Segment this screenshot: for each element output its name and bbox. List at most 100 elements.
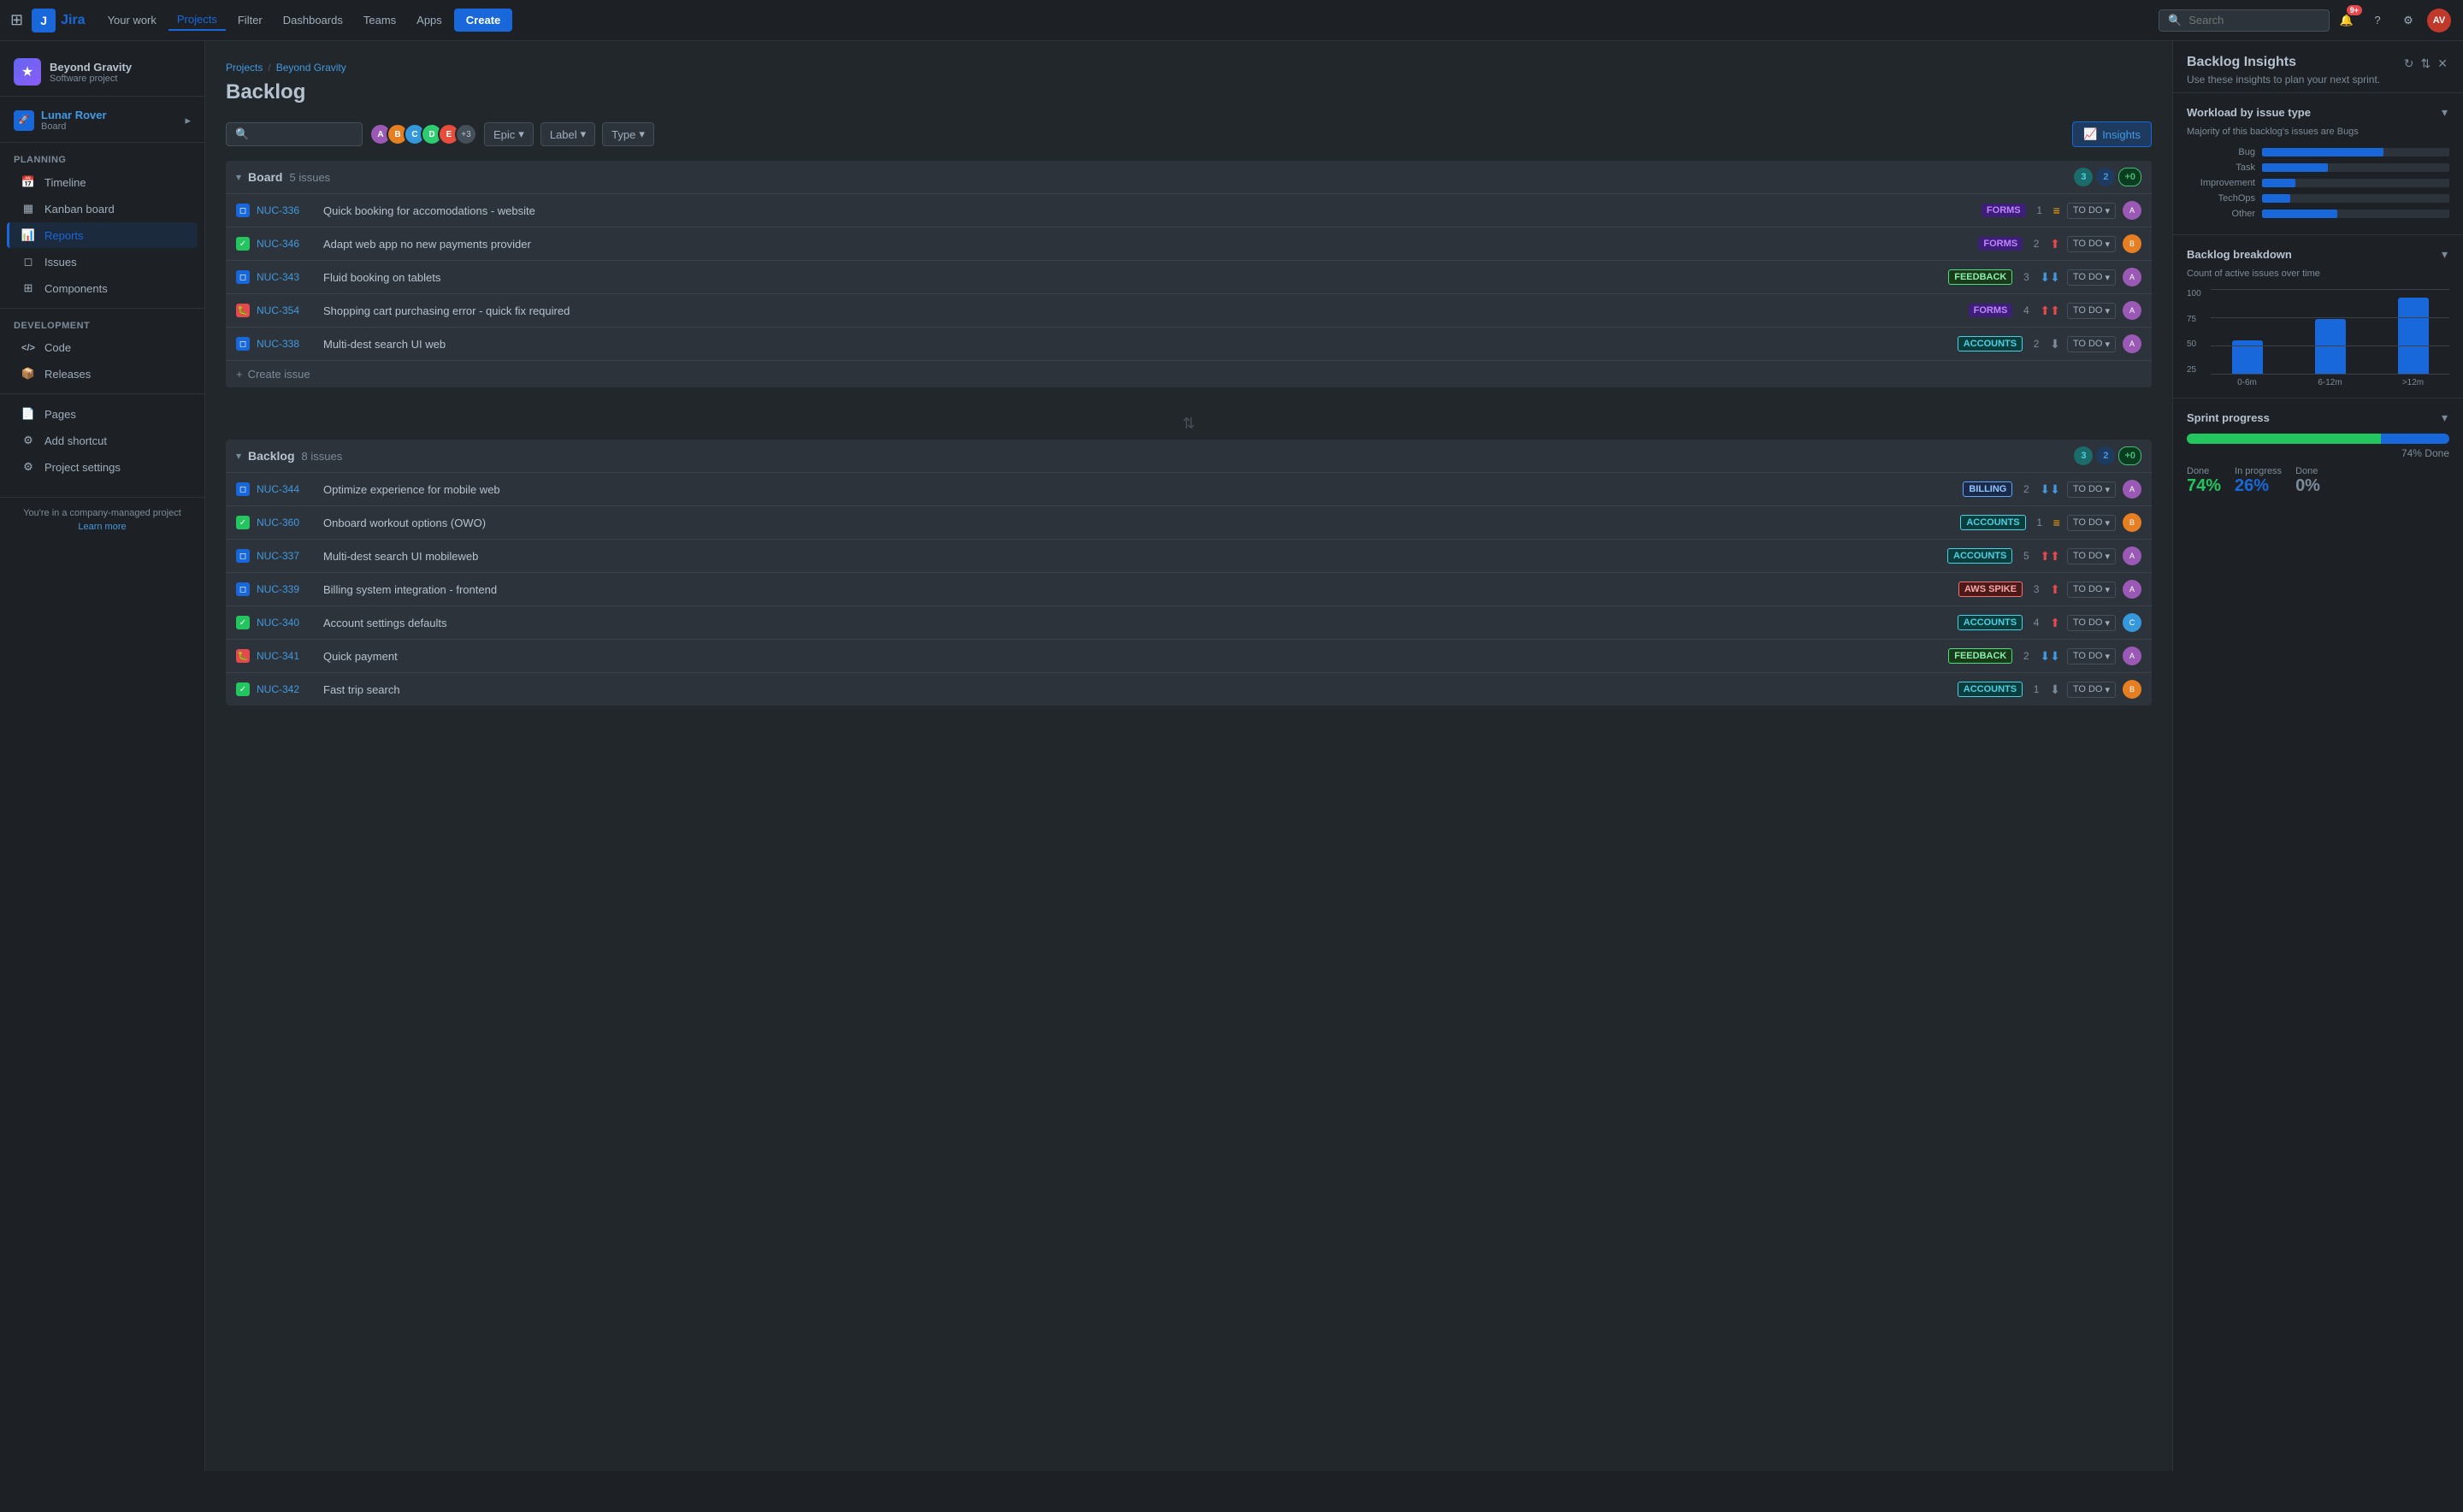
help-button[interactable]: ?: [2364, 7, 2391, 34]
issue-key[interactable]: NUC-346: [257, 238, 316, 250]
sprint-collapse-icon[interactable]: ▾: [2440, 409, 2449, 427]
search-bar[interactable]: 🔍: [2159, 9, 2330, 32]
status-badge[interactable]: TO DO▾: [2067, 582, 2116, 598]
issue-label[interactable]: ACCOUNTS: [1958, 615, 2023, 630]
board-expand-icon: ▸: [185, 114, 191, 127]
insights-refresh-icon[interactable]: ↻: [2402, 55, 2416, 73]
status-badge[interactable]: TO DO▾: [2067, 481, 2116, 498]
sidebar-item-components[interactable]: ⊞ Components: [7, 275, 198, 301]
table-row[interactable]: ◻ NUC-337 Multi-dest search UI mobileweb…: [226, 540, 2152, 573]
board-section-header[interactable]: Board 5 issues 3 2 +0: [226, 161, 2152, 193]
user-avatar[interactable]: AV: [2425, 7, 2453, 34]
issue-label[interactable]: ACCOUNTS: [1958, 682, 2023, 697]
issue-key[interactable]: NUC-340: [257, 617, 316, 629]
apps-menu[interactable]: Apps: [408, 10, 451, 30]
avatar-more[interactable]: +3: [455, 123, 477, 145]
board-selector[interactable]: 🚀 Lunar Rover Board ▸: [0, 103, 204, 135]
status-badge[interactable]: TO DO▾: [2067, 648, 2116, 664]
y-label-100: 100: [2187, 289, 2201, 298]
status-badge[interactable]: TO DO▾: [2067, 303, 2116, 319]
section-divider[interactable]: ⇅: [226, 408, 2152, 440]
issue-type-task-icon: ✓: [236, 682, 250, 696]
issue-key[interactable]: NUC-341: [257, 650, 316, 662]
issue-label[interactable]: FORMS: [1982, 204, 2026, 217]
insights-button[interactable]: 📈 Insights: [2072, 121, 2152, 147]
projects-menu[interactable]: Projects: [168, 9, 226, 31]
table-row[interactable]: ✓ NUC-340 Account settings defaults ACCO…: [226, 606, 2152, 640]
sidebar-item-pages[interactable]: 📄 Pages: [7, 401, 198, 427]
table-row[interactable]: ✓ NUC-346 Adapt web app no new payments …: [226, 227, 2152, 261]
sidebar-item-add-shortcut[interactable]: ⚙ Add shortcut: [7, 428, 198, 453]
breadcrumb-project[interactable]: Beyond Gravity: [276, 62, 346, 74]
issue-key[interactable]: NUC-339: [257, 583, 316, 595]
breakdown-collapse-icon[interactable]: ▾: [2440, 245, 2449, 263]
backlog-search-input[interactable]: [254, 128, 348, 141]
your-work-menu[interactable]: Your work: [99, 10, 165, 30]
issue-label[interactable]: FEEDBACK: [1948, 269, 2012, 285]
status-badge[interactable]: TO DO▾: [2067, 548, 2116, 564]
grid-icon[interactable]: ⊞: [10, 11, 23, 29]
issue-key[interactable]: NUC-336: [257, 204, 316, 216]
backlog-search[interactable]: 🔍: [226, 122, 363, 146]
insights-close-icon[interactable]: ✕: [2436, 55, 2449, 73]
issue-label[interactable]: ACCOUNTS: [1960, 515, 2025, 530]
status-badge[interactable]: TO DO▾: [2067, 515, 2116, 531]
learn-more-link[interactable]: Learn more: [14, 522, 191, 532]
status-badge[interactable]: TO DO▾: [2067, 236, 2116, 252]
table-row[interactable]: ◻ NUC-343 Fluid booking on tablets FEEDB…: [226, 261, 2152, 294]
sidebar-item-project-settings[interactable]: ⚙ Project settings: [7, 454, 198, 480]
breadcrumb-projects[interactable]: Projects: [226, 62, 263, 74]
insights-filter-icon[interactable]: ⇅: [2419, 55, 2433, 73]
issue-label[interactable]: BILLING: [1963, 481, 2012, 497]
status-badge[interactable]: TO DO▾: [2067, 269, 2116, 286]
create-button[interactable]: Create: [454, 9, 512, 32]
issue-label[interactable]: FEEDBACK: [1948, 648, 2012, 664]
table-row[interactable]: ◻ NUC-344 Optimize experience for mobile…: [226, 473, 2152, 506]
backlog-section-header[interactable]: Backlog 8 issues 3 2 +0: [226, 440, 2152, 472]
workload-collapse-icon[interactable]: ▾: [2440, 103, 2449, 121]
avatar-group[interactable]: A B C D E +3: [369, 123, 477, 145]
workload-row-techops: TechOps: [2187, 193, 2449, 204]
label-filter[interactable]: Label ▾: [540, 122, 595, 146]
issue-label[interactable]: ACCOUNTS: [1958, 336, 2023, 351]
sidebar-item-code[interactable]: </> Code: [7, 335, 198, 360]
type-filter[interactable]: Type ▾: [602, 122, 654, 146]
status-badge[interactable]: TO DO▾: [2067, 615, 2116, 631]
issue-key[interactable]: NUC-344: [257, 483, 316, 495]
sidebar-item-reports[interactable]: 📊 Reports: [7, 222, 198, 248]
jira-logo[interactable]: J Jira: [32, 9, 85, 32]
issue-label[interactable]: FORMS: [1978, 237, 2023, 251]
status-badge[interactable]: TO DO▾: [2067, 682, 2116, 698]
issue-key[interactable]: NUC-343: [257, 271, 316, 283]
issue-label[interactable]: FORMS: [1969, 304, 2013, 317]
sidebar-item-kanban[interactable]: ▦ Kanban board: [7, 196, 198, 221]
issue-label[interactable]: ACCOUNTS: [1947, 548, 2012, 564]
teams-menu[interactable]: Teams: [355, 10, 405, 30]
epic-filter[interactable]: Epic ▾: [484, 122, 534, 146]
table-row[interactable]: ◻ NUC-336 Quick booking for accomodation…: [226, 194, 2152, 227]
issue-key[interactable]: NUC-337: [257, 550, 316, 562]
table-row[interactable]: ◻ NUC-338 Multi-dest search UI web ACCOU…: [226, 328, 2152, 361]
table-row[interactable]: ✓ NUC-342 Fast trip search ACCOUNTS 1 ⬇ …: [226, 673, 2152, 706]
sidebar-item-timeline[interactable]: 📅 Timeline: [7, 169, 198, 195]
issue-key[interactable]: NUC-354: [257, 304, 316, 316]
sidebar-item-releases[interactable]: 📦 Releases: [7, 361, 198, 387]
issue-key[interactable]: NUC-342: [257, 683, 316, 695]
status-badge[interactable]: TO DO▾: [2067, 336, 2116, 352]
issue-summary: Fast trip search: [323, 683, 1951, 696]
create-issue-button[interactable]: + Create issue: [226, 361, 2152, 387]
table-row[interactable]: ✓ NUC-360 Onboard workout options (OWO) …: [226, 506, 2152, 540]
table-row[interactable]: 🐛 NUC-341 Quick payment FEEDBACK 2 ⬇⬇ TO…: [226, 640, 2152, 673]
table-row[interactable]: 🐛 NUC-354 Shopping cart purchasing error…: [226, 294, 2152, 328]
search-input[interactable]: [2188, 14, 2308, 27]
issue-label[interactable]: AWS SPIKE: [1958, 582, 2023, 597]
notifications-button[interactable]: 🔔 9+: [2333, 7, 2360, 34]
dashboards-menu[interactable]: Dashboards: [275, 10, 351, 30]
filter-menu[interactable]: Filter: [229, 10, 271, 30]
sidebar-item-issues[interactable]: ◻ Issues: [7, 249, 198, 275]
settings-button[interactable]: ⚙: [2395, 7, 2422, 34]
issue-key[interactable]: NUC-360: [257, 517, 316, 529]
issue-key[interactable]: NUC-338: [257, 338, 316, 350]
table-row[interactable]: ◻ NUC-339 Billing system integration - f…: [226, 573, 2152, 606]
status-badge[interactable]: TO DO▾: [2067, 203, 2116, 219]
